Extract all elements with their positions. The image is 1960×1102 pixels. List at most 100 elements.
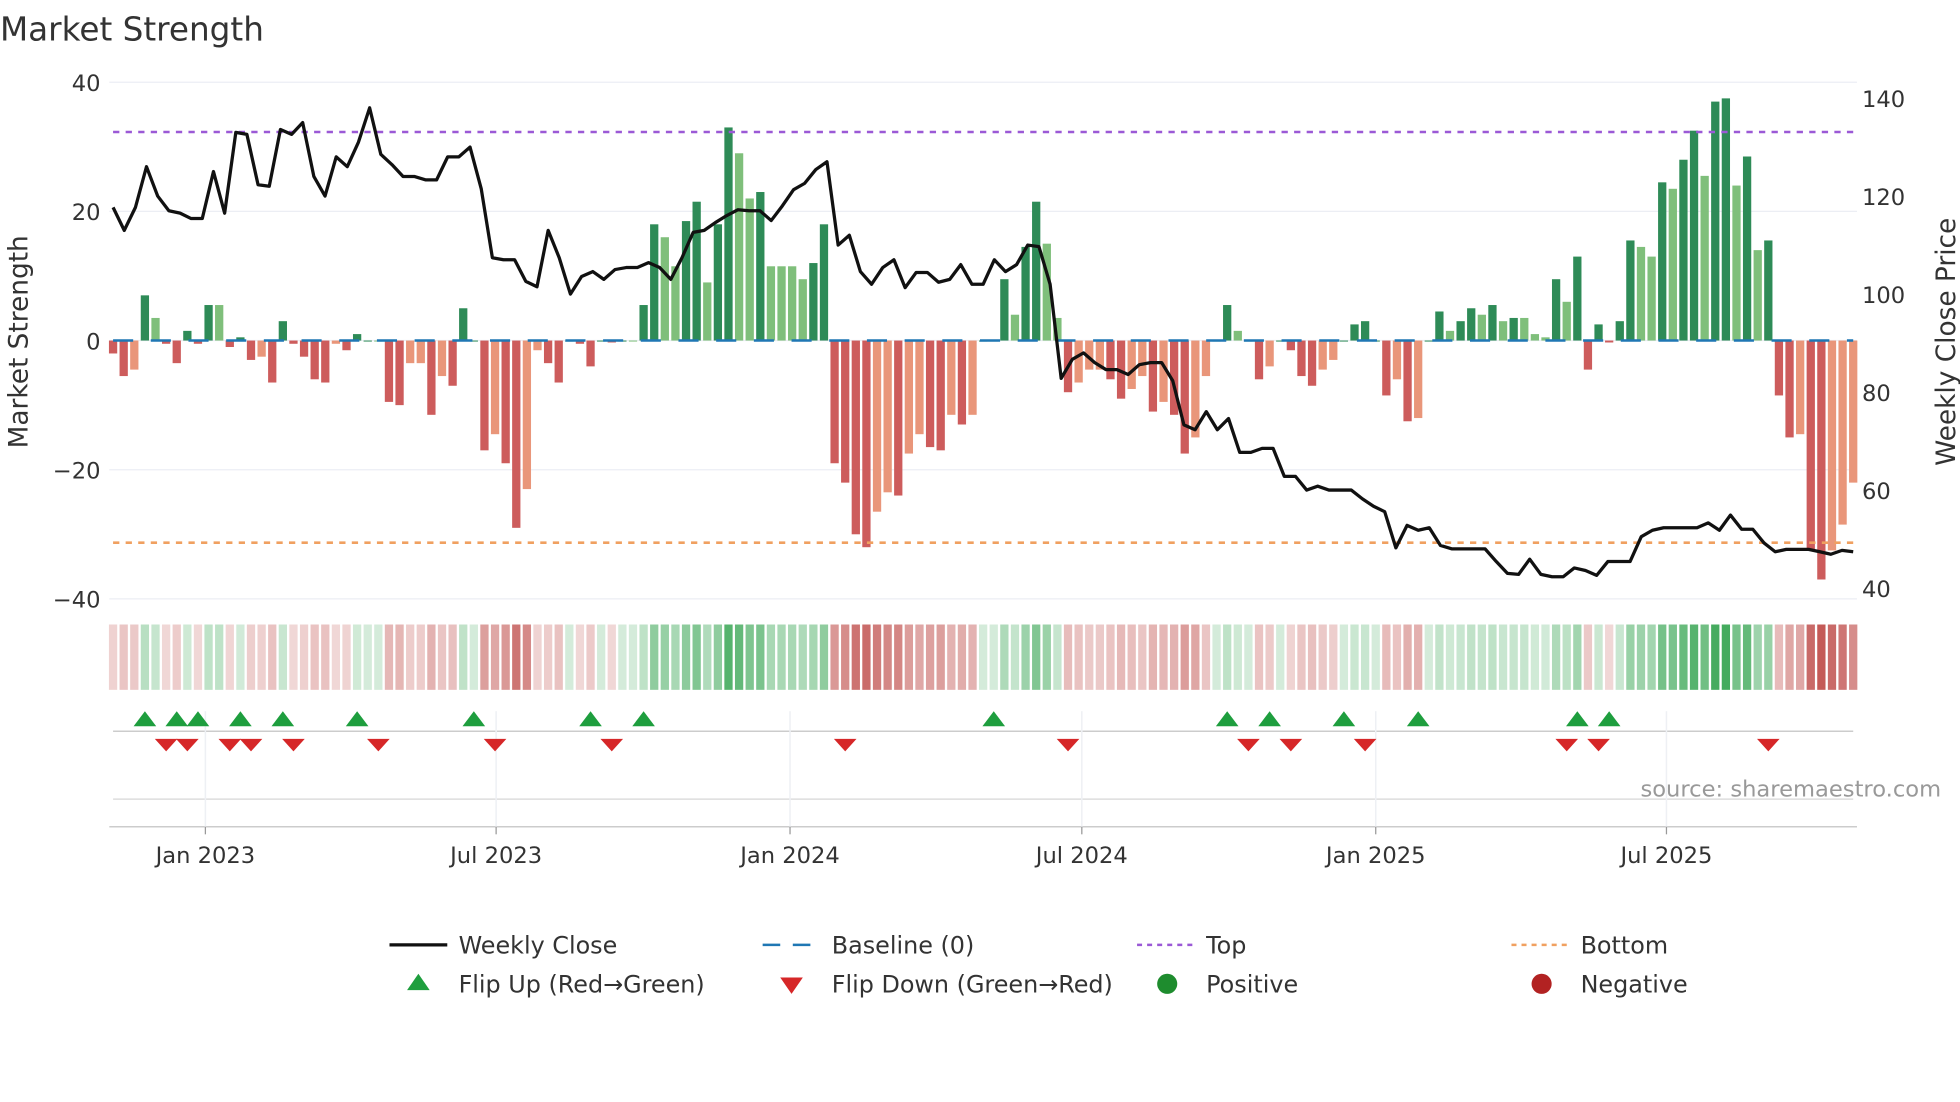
- heat-strip-cell: [565, 624, 574, 690]
- strength-bar: [480, 340, 489, 451]
- heat-strip-cell: [1276, 624, 1285, 690]
- y-tick-label: −40: [53, 588, 101, 614]
- legend-item: Flip Down (Green→Red): [780, 971, 1113, 999]
- heat-strip-cell: [1838, 624, 1847, 690]
- heat-strip-cell: [490, 624, 500, 690]
- strength-bar: [1360, 321, 1370, 341]
- strength-bar: [862, 340, 871, 548]
- legend-item: Negative: [1531, 971, 1688, 999]
- flip-up-marker: [1215, 711, 1239, 727]
- strength-bar: [1774, 340, 1784, 396]
- heat-strip-cell: [1732, 624, 1741, 690]
- strength-bar: [1668, 188, 1677, 341]
- legend-item: Weekly Close: [389, 932, 617, 960]
- heat-strip-cell: [1573, 624, 1582, 690]
- x-tick-label: Jul 2023: [448, 843, 542, 869]
- strength-bar: [1127, 340, 1136, 389]
- heat-strip-cell: [1191, 624, 1200, 690]
- heat-strip-cell: [841, 624, 850, 690]
- heat-strip-cell: [1827, 624, 1837, 690]
- strength-bar: [872, 340, 882, 512]
- heat-strip-cell: [660, 624, 669, 690]
- heat-strip-cell: [459, 624, 468, 690]
- flip-up-marker: [982, 711, 1006, 727]
- heat-strip-cell: [193, 624, 203, 690]
- heat-strip-cell: [1711, 624, 1720, 690]
- x-tick-label: Jan 2025: [1324, 843, 1426, 869]
- strength-bar: [416, 340, 425, 364]
- heat-strip-cell: [151, 624, 160, 690]
- heat-strip-cell: [1265, 624, 1274, 690]
- strength-bar: [1180, 340, 1189, 454]
- heat-strip-cell: [1817, 624, 1826, 690]
- heat-strip-cell: [1223, 624, 1232, 690]
- strength-bar: [745, 198, 754, 341]
- strength-bar: [108, 340, 118, 354]
- heat-strip-cell: [384, 624, 394, 690]
- flip-down-marker: [1757, 738, 1780, 752]
- flip-down-marker: [1587, 738, 1610, 752]
- heat-strip-cell: [756, 624, 765, 690]
- flip-up-marker: [271, 711, 295, 727]
- circle-negative-icon: [1531, 973, 1552, 994]
- heat-strip-cell: [1021, 624, 1030, 690]
- strength-bar: [788, 266, 797, 341]
- strength-bar: [299, 340, 309, 357]
- market-strength-chart: Market Strength Market Strength Weekly C…: [0, 10, 1960, 999]
- heat-strip-cell: [246, 624, 256, 690]
- heat-strip-cell: [331, 624, 341, 690]
- strength-bar: [501, 340, 510, 464]
- heat-strip-cell: [968, 624, 977, 690]
- strength-bar: [246, 340, 256, 360]
- strength-bar: [1021, 246, 1030, 341]
- flip-down-marker: [1279, 738, 1303, 752]
- flip-down-marker: [1056, 738, 1080, 752]
- strength-bar: [1032, 201, 1041, 341]
- heat-strip-cell: [586, 624, 595, 690]
- heat-strip-cell: [469, 624, 478, 690]
- heat-strip-cell: [1201, 624, 1211, 690]
- heat-strip-cell: [777, 624, 786, 690]
- strength-bar: [586, 340, 595, 367]
- heat-strip-cell: [1849, 624, 1858, 690]
- strength-bar: [1456, 321, 1465, 341]
- heat-strip-cell: [639, 624, 648, 690]
- heat-strip-cell: [1403, 624, 1412, 690]
- strength-bar: [1148, 340, 1158, 412]
- heat-strip-cell: [1583, 624, 1593, 690]
- strength-bar: [342, 340, 351, 351]
- heat-strip-cell: [1700, 624, 1709, 690]
- flip-down-marker: [176, 738, 199, 752]
- flip-up-marker: [229, 711, 252, 727]
- heat-strip-cell: [1212, 624, 1221, 690]
- chart-title: Market Strength: [0, 10, 264, 48]
- strength-bar: [533, 340, 542, 351]
- strength-bar: [1445, 330, 1455, 341]
- flip-up-marker: [462, 711, 486, 727]
- flip-up-marker: [632, 711, 655, 727]
- strength-bar: [215, 305, 224, 341]
- strength-bar: [692, 201, 701, 341]
- strength-bar: [119, 340, 128, 377]
- heat-strip-cell: [554, 624, 563, 690]
- legend-item: Bottom: [1511, 932, 1668, 960]
- strength-bar: [734, 153, 744, 341]
- heat-strip-cell: [130, 624, 139, 690]
- strength-bar: [1785, 340, 1794, 438]
- strength-bar: [1806, 340, 1815, 551]
- y-tick-label: −20: [53, 459, 101, 485]
- flip-down-marker: [483, 738, 507, 752]
- y2-tick-label: 60: [1862, 479, 1891, 505]
- heat-strip-cell: [1000, 624, 1009, 690]
- y2-tick-label: 40: [1862, 577, 1891, 603]
- strength-bar: [1732, 185, 1741, 341]
- x-tick-label: Jan 2024: [738, 843, 840, 869]
- flip-up-marker: [1566, 711, 1589, 727]
- heat-strip-cell: [236, 624, 245, 690]
- heat-strip-cell: [1806, 624, 1815, 690]
- heat-strip-cell: [289, 624, 298, 690]
- heat-strip-cell: [310, 624, 319, 690]
- strength-bar: [1318, 340, 1327, 370]
- y2-tick-label: 80: [1862, 381, 1891, 407]
- heat-strip-cell: [671, 624, 680, 690]
